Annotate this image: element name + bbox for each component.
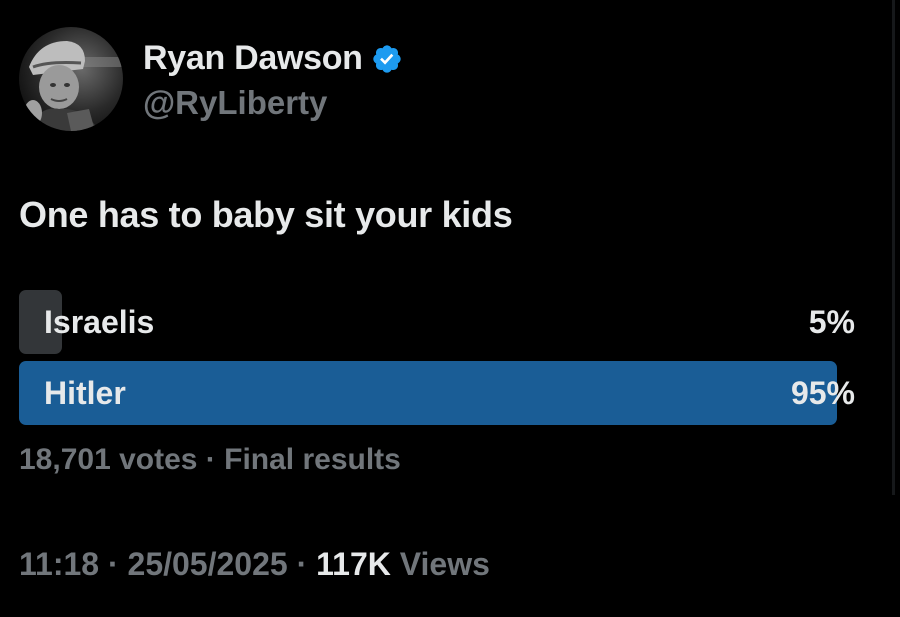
poll-status: Final results [224,443,401,476]
poll-option: Israelis 5% [19,290,855,354]
author-display-name[interactable]: Ryan Dawson [143,36,363,80]
poll-result-bar [19,361,837,425]
poll-option-percent: 95% [790,375,855,411]
tweet-date[interactable]: 25/05/2025 [128,546,288,582]
views-count[interactable]: 117K [316,546,391,582]
author-handle[interactable]: @RyLiberty [143,81,327,125]
avatar-image [19,27,123,131]
poll-option-label: Israelis [44,304,155,340]
avatar[interactable] [19,27,123,131]
poll-option: Hitler 95% [19,361,855,425]
poll-option-percent: 5% [808,304,855,340]
poll-option-label: Hitler [44,375,126,411]
views-label[interactable]: Views [400,546,490,582]
tweet-time[interactable]: 11:18 [19,546,99,582]
poll-vote-count: 18,701 votes [19,443,198,476]
poll-summary: 18,701 votes · Final results [19,440,401,480]
verified-badge-icon [371,42,403,74]
meta-separator: · [287,546,317,582]
scrollbar-track[interactable] [892,0,895,495]
author-name-row[interactable]: Ryan Dawson [143,36,403,80]
tweet-text: One has to baby sit your kids [19,194,513,235]
meta-separator: · [99,546,128,582]
poll-separator: · [197,443,225,476]
poll: Israelis 5% Hitler 95% [19,290,855,432]
tweet-metadata: 11:18 · 25/05/2025 · 117K Views [19,543,490,585]
